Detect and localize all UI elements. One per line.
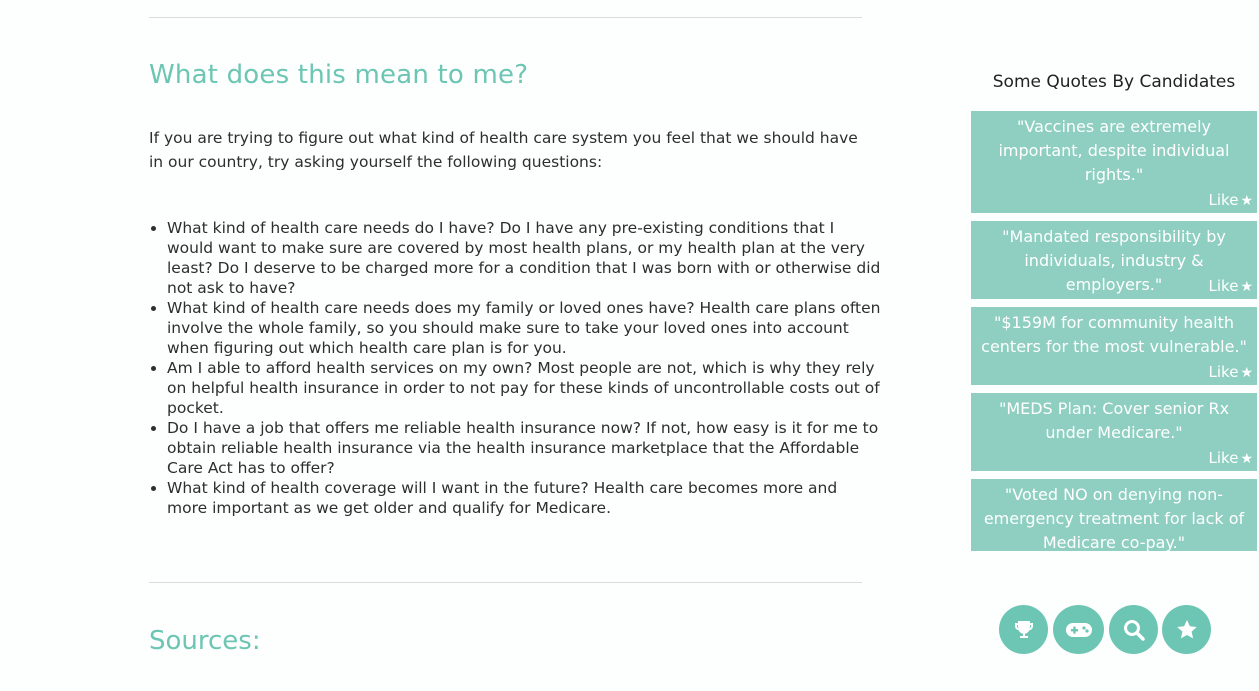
like-label: Like	[1208, 277, 1239, 295]
search-icon	[1123, 619, 1145, 641]
list-item: Do I have a job that offers me reliable …	[167, 418, 882, 478]
section-heading: What does this mean to me?	[149, 60, 529, 90]
quote-card: "Mandated responsibility by individuals,…	[971, 221, 1257, 299]
trophy-button[interactable]	[999, 605, 1048, 654]
like-label: Like	[1208, 363, 1239, 381]
quote-text: "MEDS Plan: Cover senior Rx under Medica…	[998, 399, 1230, 442]
sources-heading: Sources:	[149, 626, 261, 656]
like-button[interactable]: Like ★	[1209, 362, 1253, 383]
list-item: What kind of health coverage will I want…	[167, 478, 882, 518]
star-icon: ★	[1240, 451, 1253, 467]
favorites-button[interactable]	[1162, 605, 1211, 654]
search-button[interactable]	[1109, 605, 1158, 654]
star-icon: ★	[1240, 365, 1253, 381]
star-icon: ★	[1240, 279, 1253, 295]
like-label: Like	[1208, 449, 1239, 467]
star-icon	[1176, 619, 1197, 638]
quote-card: "Voted NO on denying non-emergency treat…	[971, 479, 1257, 551]
quote-card: "MEDS Plan: Cover senior Rx under Medica…	[971, 393, 1257, 471]
section-divider	[149, 582, 862, 583]
gamepad-icon	[1065, 622, 1092, 637]
list-item: What kind of health care needs do I have…	[167, 218, 882, 298]
list-item: Am I able to afford health services on m…	[167, 358, 882, 418]
list-item: What kind of health care needs does my f…	[167, 298, 882, 358]
star-icon: ★	[1240, 193, 1253, 209]
quote-card: "Vaccines are extremely important, despi…	[971, 111, 1257, 213]
page: What does this mean to me? If you are tr…	[0, 0, 1259, 691]
quote-text: "Vaccines are extremely important, despi…	[998, 117, 1230, 184]
trophy-icon	[1014, 620, 1033, 638]
intro-paragraph: If you are trying to figure out what kin…	[149, 129, 858, 171]
quote-text: "Voted NO on denying non-emergency treat…	[983, 485, 1245, 551]
quote-text: "$159M for community health centers for …	[981, 313, 1247, 356]
games-button[interactable]	[1053, 605, 1104, 654]
like-button[interactable]: Like ★	[1209, 276, 1253, 297]
like-button[interactable]: Like ★	[1209, 448, 1253, 469]
top-divider	[149, 17, 862, 18]
like-label: Like	[1208, 191, 1239, 209]
like-button[interactable]: Like ★	[1209, 190, 1253, 211]
quote-card: "$159M for community health centers for …	[971, 307, 1257, 385]
questions-list: What kind of health care needs do I have…	[149, 218, 882, 518]
sidebar-title: Some Quotes By Candidates	[992, 72, 1236, 92]
